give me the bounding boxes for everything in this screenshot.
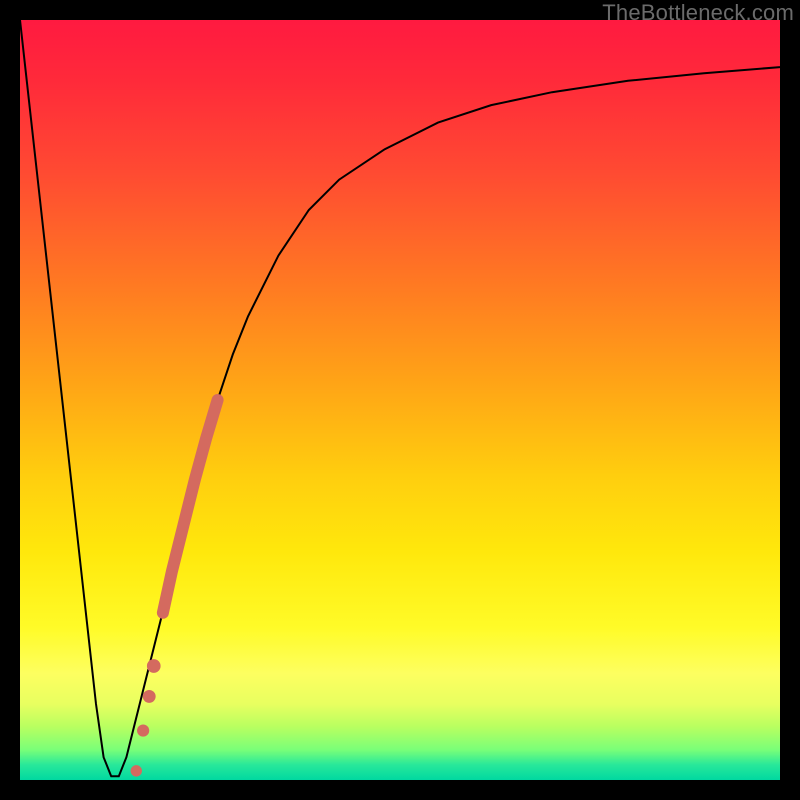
curve-series [20, 20, 780, 776]
plot-area [20, 20, 780, 780]
highlight-dot [143, 690, 156, 703]
highlight-dot [131, 765, 142, 776]
chart-frame: TheBottleneck.com [0, 0, 800, 800]
highlight-dot [147, 659, 161, 673]
curve-path [20, 20, 780, 776]
highlight-path [163, 400, 218, 613]
highlight-segment [163, 400, 218, 613]
highlight-dot [137, 725, 149, 737]
chart-svg [20, 20, 780, 780]
